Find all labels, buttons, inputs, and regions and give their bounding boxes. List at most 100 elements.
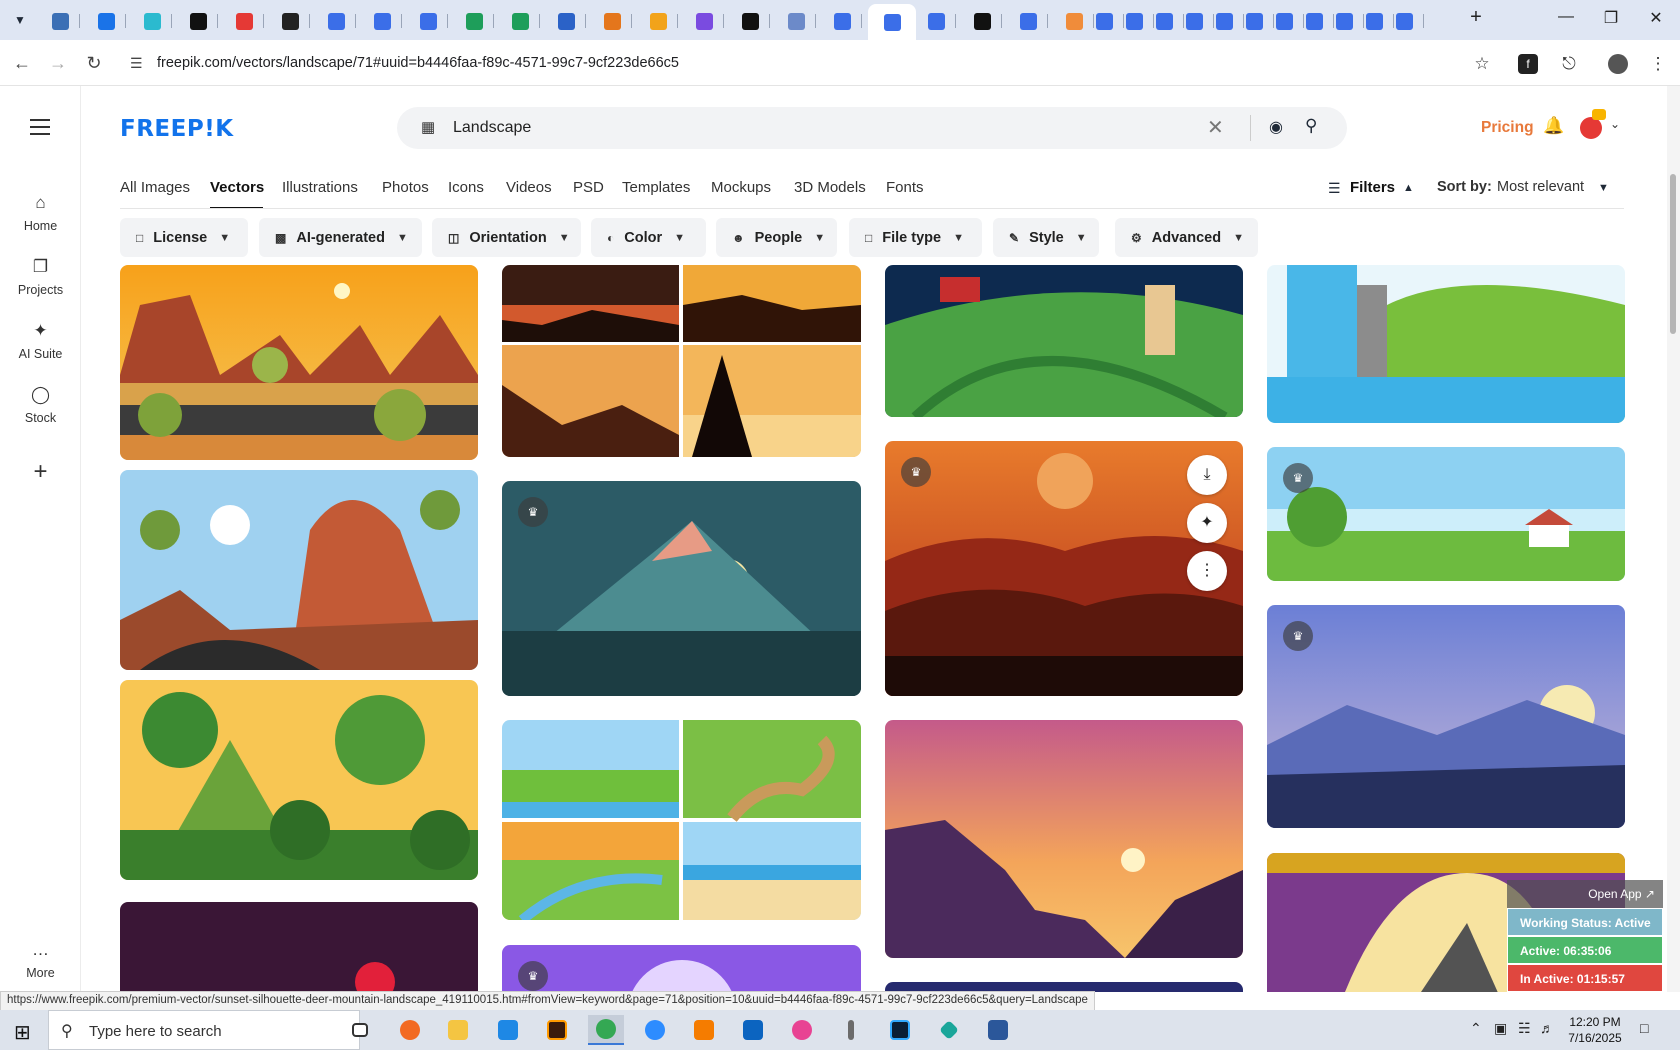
browser-tab[interactable] bbox=[592, 6, 632, 36]
browser-tab[interactable] bbox=[86, 6, 126, 36]
tab-videos[interactable]: Videos bbox=[506, 179, 552, 196]
page-scrollbar[interactable] bbox=[1667, 86, 1680, 992]
ai-edit-button[interactable]: ✦ bbox=[1187, 503, 1227, 543]
filter-orientation[interactable]: ◫ Orientation ▼ bbox=[432, 218, 581, 257]
browser-tab[interactable] bbox=[224, 6, 264, 36]
bell-icon[interactable]: 🔔 bbox=[1543, 116, 1564, 136]
task-view-icon[interactable] bbox=[342, 1015, 378, 1045]
browser-tab[interactable] bbox=[1008, 6, 1048, 36]
tab-photos[interactable]: Photos bbox=[382, 179, 429, 196]
filter-license[interactable]: □ License ▼ bbox=[120, 218, 248, 257]
clear-search-icon[interactable]: ✕ bbox=[1207, 115, 1224, 140]
tab-illustrations[interactable]: Illustrations bbox=[282, 179, 358, 196]
result-silhouette-set[interactable] bbox=[502, 265, 861, 457]
result-waterfall[interactable] bbox=[1267, 265, 1625, 423]
photos-icon[interactable] bbox=[784, 1015, 820, 1045]
tab-fonts[interactable]: Fonts bbox=[886, 179, 924, 196]
new-tab-button[interactable]: + bbox=[1456, 6, 1496, 29]
photoshop-icon[interactable] bbox=[882, 1015, 918, 1045]
chevron-down-icon[interactable]: ⌄ bbox=[1610, 117, 1620, 131]
reload-button[interactable]: ↻ bbox=[82, 51, 106, 75]
filter-advanced[interactable]: ⚙ Advanced ▼ bbox=[1115, 218, 1258, 257]
result-windmill-farm[interactable] bbox=[885, 265, 1243, 417]
tab-search-button[interactable]: ▼ bbox=[8, 8, 32, 32]
tray-chevron-up-icon[interactable]: ⌃ bbox=[1470, 1020, 1482, 1037]
tab-all-images[interactable]: All Images bbox=[120, 179, 190, 196]
camera-icon[interactable]: ◉ bbox=[1269, 117, 1283, 137]
chevron-up-icon[interactable]: ▲ bbox=[1403, 182, 1414, 194]
bookmark-star-icon[interactable]: ☆ bbox=[1469, 51, 1495, 77]
close-window-button[interactable]: ✕ bbox=[1636, 8, 1676, 28]
taskbar-clock[interactable]: 12:20 PM 7/16/2025 bbox=[1560, 1014, 1630, 1046]
browser-tab[interactable] bbox=[916, 6, 956, 36]
browser-tab[interactable] bbox=[316, 6, 356, 36]
tab-psd[interactable]: PSD bbox=[573, 179, 604, 196]
browser-tab[interactable] bbox=[362, 6, 402, 36]
forward-button[interactable]: → bbox=[46, 51, 70, 75]
result-park-set[interactable] bbox=[502, 720, 861, 920]
profile-avatar[interactable] bbox=[1608, 54, 1628, 74]
result-blue-mountains[interactable]: ♛ bbox=[1267, 605, 1625, 828]
tab-mockups[interactable]: Mockups bbox=[711, 179, 771, 196]
maximize-button[interactable]: ❐ bbox=[1591, 8, 1631, 28]
result-purple-moon[interactable]: ♛ bbox=[502, 945, 861, 992]
result-lake-house[interactable]: ♛ bbox=[1267, 447, 1625, 581]
browser-tab[interactable] bbox=[776, 6, 816, 36]
result-desert-road[interactable] bbox=[120, 265, 478, 460]
avatar[interactable] bbox=[1580, 117, 1602, 139]
app-diamond-icon[interactable] bbox=[931, 1015, 967, 1045]
taskbar-search[interactable]: ⚲ Type here to search bbox=[48, 1010, 360, 1050]
filters-button[interactable]: Filters bbox=[1350, 179, 1395, 196]
filter-people[interactable]: ☻ People ▼ bbox=[716, 218, 837, 257]
freepik-logo[interactable]: FREEP!K bbox=[120, 116, 234, 142]
network-icon[interactable]: ▣ bbox=[1494, 1020, 1507, 1037]
minimize-button[interactable]: — bbox=[1546, 8, 1586, 26]
sort-select[interactable]: Most relevant bbox=[1497, 179, 1584, 195]
chevron-down-icon[interactable]: ▼ bbox=[1598, 182, 1609, 194]
address-bar[interactable]: freepik.com/vectors/landscape/71#uuid=b4… bbox=[157, 55, 679, 71]
browser-tab[interactable] bbox=[500, 6, 540, 36]
browser-tab[interactable] bbox=[270, 6, 310, 36]
menu-icon[interactable] bbox=[30, 119, 50, 140]
more-options-button[interactable]: ⋮ bbox=[1187, 551, 1227, 591]
illustrator-icon[interactable] bbox=[539, 1015, 575, 1045]
browser-tab[interactable] bbox=[408, 6, 448, 36]
filters-icon[interactable]: ☰ bbox=[1328, 180, 1341, 197]
tab-3d-models[interactable]: 3D Models bbox=[794, 179, 866, 196]
chrome-icon[interactable] bbox=[588, 1015, 624, 1045]
browser-tab[interactable] bbox=[178, 6, 218, 36]
result-mountain-forest[interactable]: ♛ bbox=[502, 481, 861, 696]
wifi-icon[interactable]: ☵ bbox=[1518, 1020, 1531, 1037]
browser-tab[interactable] bbox=[822, 6, 862, 36]
vscode-icon[interactable] bbox=[490, 1015, 526, 1045]
volume-icon[interactable]: ♬ bbox=[1540, 1020, 1554, 1036]
browser-tab[interactable] bbox=[546, 6, 586, 36]
extension-icon[interactable]: f bbox=[1518, 54, 1538, 74]
extensions-puzzle-icon[interactable]: ⎋ bbox=[1556, 51, 1582, 77]
browser-tab[interactable] bbox=[454, 6, 494, 36]
browser-tab[interactable] bbox=[868, 4, 916, 40]
filter-ai-generated[interactable]: ▩ AI-generated ▼ bbox=[259, 218, 422, 257]
back-button[interactable]: ← bbox=[10, 51, 34, 75]
zoom-icon[interactable] bbox=[637, 1015, 673, 1045]
pen-tool-icon[interactable] bbox=[833, 1015, 869, 1045]
xampp-icon[interactable] bbox=[686, 1015, 722, 1045]
browser-menu-icon[interactable]: ⋮ bbox=[1645, 51, 1671, 77]
browser-tab[interactable] bbox=[1384, 6, 1424, 36]
tab-icons[interactable]: Icons bbox=[448, 179, 484, 196]
tab-templates[interactable]: Templates bbox=[622, 179, 690, 196]
browser-tab[interactable] bbox=[40, 6, 80, 36]
windows-start-icon[interactable]: ⊞ bbox=[14, 1020, 31, 1045]
rail-item-home[interactable]: ⌂ Home bbox=[0, 193, 81, 233]
search-type-icon[interactable]: ▦ bbox=[421, 118, 435, 136]
result-jungle[interactable] bbox=[120, 680, 478, 880]
result-tropical-sunset[interactable] bbox=[885, 720, 1243, 958]
scrollbar-thumb[interactable] bbox=[1670, 174, 1676, 334]
filter-color[interactable]: ◐ Color ▼ bbox=[591, 218, 706, 257]
result-night-sunset[interactable] bbox=[120, 902, 478, 992]
site-info-icon[interactable]: ☰ bbox=[130, 55, 143, 72]
tab-vectors[interactable]: Vectors bbox=[210, 179, 264, 196]
outlook-icon[interactable] bbox=[735, 1015, 771, 1045]
firefox-icon[interactable] bbox=[392, 1015, 428, 1045]
browser-tab[interactable] bbox=[684, 6, 724, 36]
